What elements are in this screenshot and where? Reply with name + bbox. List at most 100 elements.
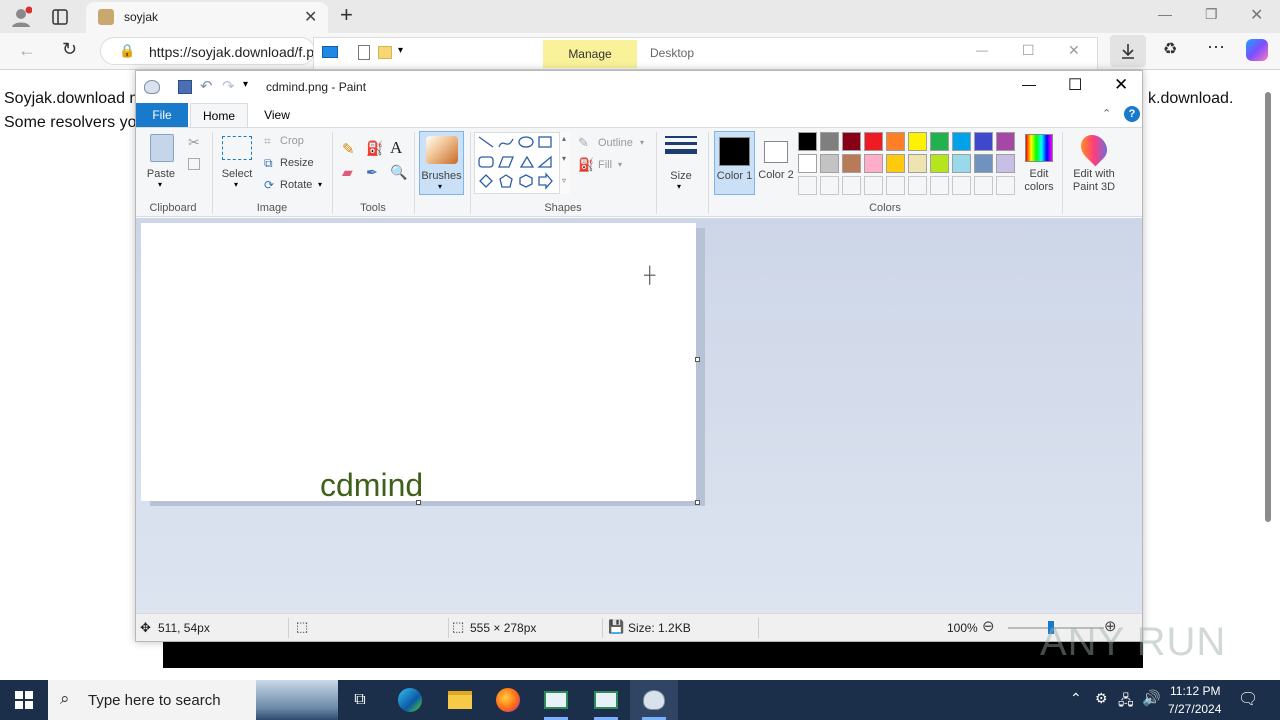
paint-minimize-icon[interactable]: — [1022,76,1036,92]
cut-icon[interactable]: ✂ [188,134,200,151]
qat-customize-icon[interactable]: ▾ [243,79,248,90]
palette-swatch[interactable] [908,176,927,195]
fill-button[interactable]: ⛽ Fill ▾ [578,157,638,174]
brushes-button[interactable]: Brushes ▾ [419,131,464,195]
palette-swatch[interactable] [952,154,971,173]
taskbar-app-2-icon[interactable] [582,680,630,720]
shapes-gallery[interactable] [474,132,570,194]
select-button[interactable]: Select ▾ [220,136,256,192]
save-icon[interactable] [178,80,192,94]
edge-icon[interactable] [386,680,434,720]
ribbon-collapse-icon[interactable]: ⌃ [1102,107,1111,120]
palette-swatch[interactable] [864,176,883,195]
resize-handle-bottom[interactable] [416,500,421,505]
minimize-icon[interactable]: — [1158,6,1172,22]
paint-taskbar-icon[interactable] [630,680,678,720]
redo-icon[interactable]: ↷ [222,77,235,95]
back-icon[interactable]: ← [18,40,36,61]
copy-icon[interactable] [188,158,200,170]
rotate-button[interactable]: ⟳ Rotate ▾ [264,178,328,194]
pencil-icon[interactable]: ✎ [342,140,355,158]
volume-icon[interactable]: 🔊 [1142,689,1161,707]
crop-button[interactable]: ⌗ Crop [264,134,320,150]
outline-button[interactable]: ✎ Outline ▾ [578,135,650,152]
fill-bucket-icon[interactable]: ⛽ [366,140,383,157]
palette-swatch[interactable] [820,154,839,173]
tray-app-icon[interactable]: ⚙ [1095,690,1108,707]
palette-swatch[interactable] [864,154,883,173]
palette-swatch[interactable] [798,176,817,195]
restore-icon[interactable]: ❐ [1205,6,1218,23]
manage-tab[interactable]: Manage [543,40,637,68]
extension-icon[interactable]: ♻ [1163,39,1177,59]
palette-swatch[interactable] [930,132,949,151]
start-button[interactable] [0,680,48,720]
palette-swatch[interactable] [798,154,817,173]
undo-icon[interactable]: ↶ [200,77,213,95]
zoom-out-icon[interactable]: ⊖ [982,617,995,635]
paint-maximize-icon[interactable]: ☐ [1068,75,1082,95]
clock-date[interactable]: 7/27/2024 [1168,702,1221,716]
palette-swatch[interactable] [930,154,949,173]
palette-swatch[interactable] [974,154,993,173]
palette-swatch[interactable] [842,132,861,151]
tab-actions-icon[interactable] [50,7,70,27]
show-hidden-icons-icon[interactable]: ⌃ [1070,690,1082,707]
tab-close-icon[interactable]: ✕ [304,7,317,27]
color-picker-icon[interactable]: ✒ [366,164,378,181]
file-explorer-icon[interactable] [436,680,484,720]
clock-time[interactable]: 11:12 PM [1170,684,1220,698]
explorer-dropdown-icon[interactable]: ▾ [398,45,403,56]
paint-app-icon[interactable] [144,80,160,94]
palette-swatch[interactable] [798,132,817,151]
browser-tab[interactable]: soyjak ✕ [86,2,328,33]
color2-button[interactable]: Color 2 [758,131,794,195]
tab-view[interactable]: View [252,103,302,127]
new-tab-icon[interactable]: + [340,2,353,28]
downloads-icon[interactable] [1110,35,1146,67]
palette-swatch[interactable] [908,132,927,151]
firefox-icon[interactable] [484,680,532,720]
palette-swatch[interactable] [908,154,927,173]
color1-button[interactable]: Color 1 [714,131,755,195]
more-menu-icon[interactable]: ⋯ [1207,37,1225,58]
edit-colors-button[interactable]: Edit colors [1020,132,1058,194]
notifications-icon[interactable]: 🗨 [1238,689,1258,709]
resize-handle-corner[interactable] [695,500,700,505]
palette-swatch[interactable] [842,154,861,173]
help-icon[interactable]: ? [1124,106,1140,122]
taskbar-search[interactable]: ⌕ Type here to search [48,680,338,720]
palette-swatch[interactable] [996,132,1015,151]
resize-button[interactable]: ⧉ Resize [264,156,324,172]
text-tool-icon[interactable]: A [390,138,402,158]
explorer-minimize-icon[interactable]: — [976,43,988,57]
palette-swatch[interactable] [952,176,971,195]
page-scrollbar[interactable] [1263,72,1273,672]
profile-icon[interactable] [10,6,32,28]
explorer-properties-icon[interactable] [358,45,370,60]
task-view-icon[interactable]: ⧉ [336,680,384,720]
eraser-icon[interactable]: ▰ [342,164,353,181]
palette-swatch[interactable] [930,176,949,195]
palette-swatch[interactable] [886,154,905,173]
palette-swatch[interactable] [842,176,861,195]
refresh-icon[interactable]: ↻ [62,39,77,60]
palette-swatch[interactable] [996,176,1015,195]
magnifier-icon[interactable]: 🔍 [390,164,407,181]
palette-swatch[interactable] [886,132,905,151]
close-icon[interactable]: ✕ [1250,5,1263,25]
taskbar-app-1-icon[interactable] [532,680,580,720]
paint-close-icon[interactable]: ✕ [1114,75,1128,95]
palette-swatch[interactable] [974,176,993,195]
palette-swatch[interactable] [820,132,839,151]
resize-handle-right[interactable] [695,357,700,362]
palette-swatch[interactable] [886,176,905,195]
network-icon[interactable]: 🖧 [1118,690,1134,714]
paste-button[interactable]: Paste ▾ [142,132,180,192]
palette-swatch[interactable] [996,154,1015,173]
paint-canvas[interactable]: cdmind ┼ [141,223,696,502]
size-button[interactable]: Size ▾ [662,134,700,194]
palette-swatch[interactable] [974,132,993,151]
palette-swatch[interactable] [864,132,883,151]
explorer-maximize-icon[interactable]: ☐ [1022,42,1035,59]
